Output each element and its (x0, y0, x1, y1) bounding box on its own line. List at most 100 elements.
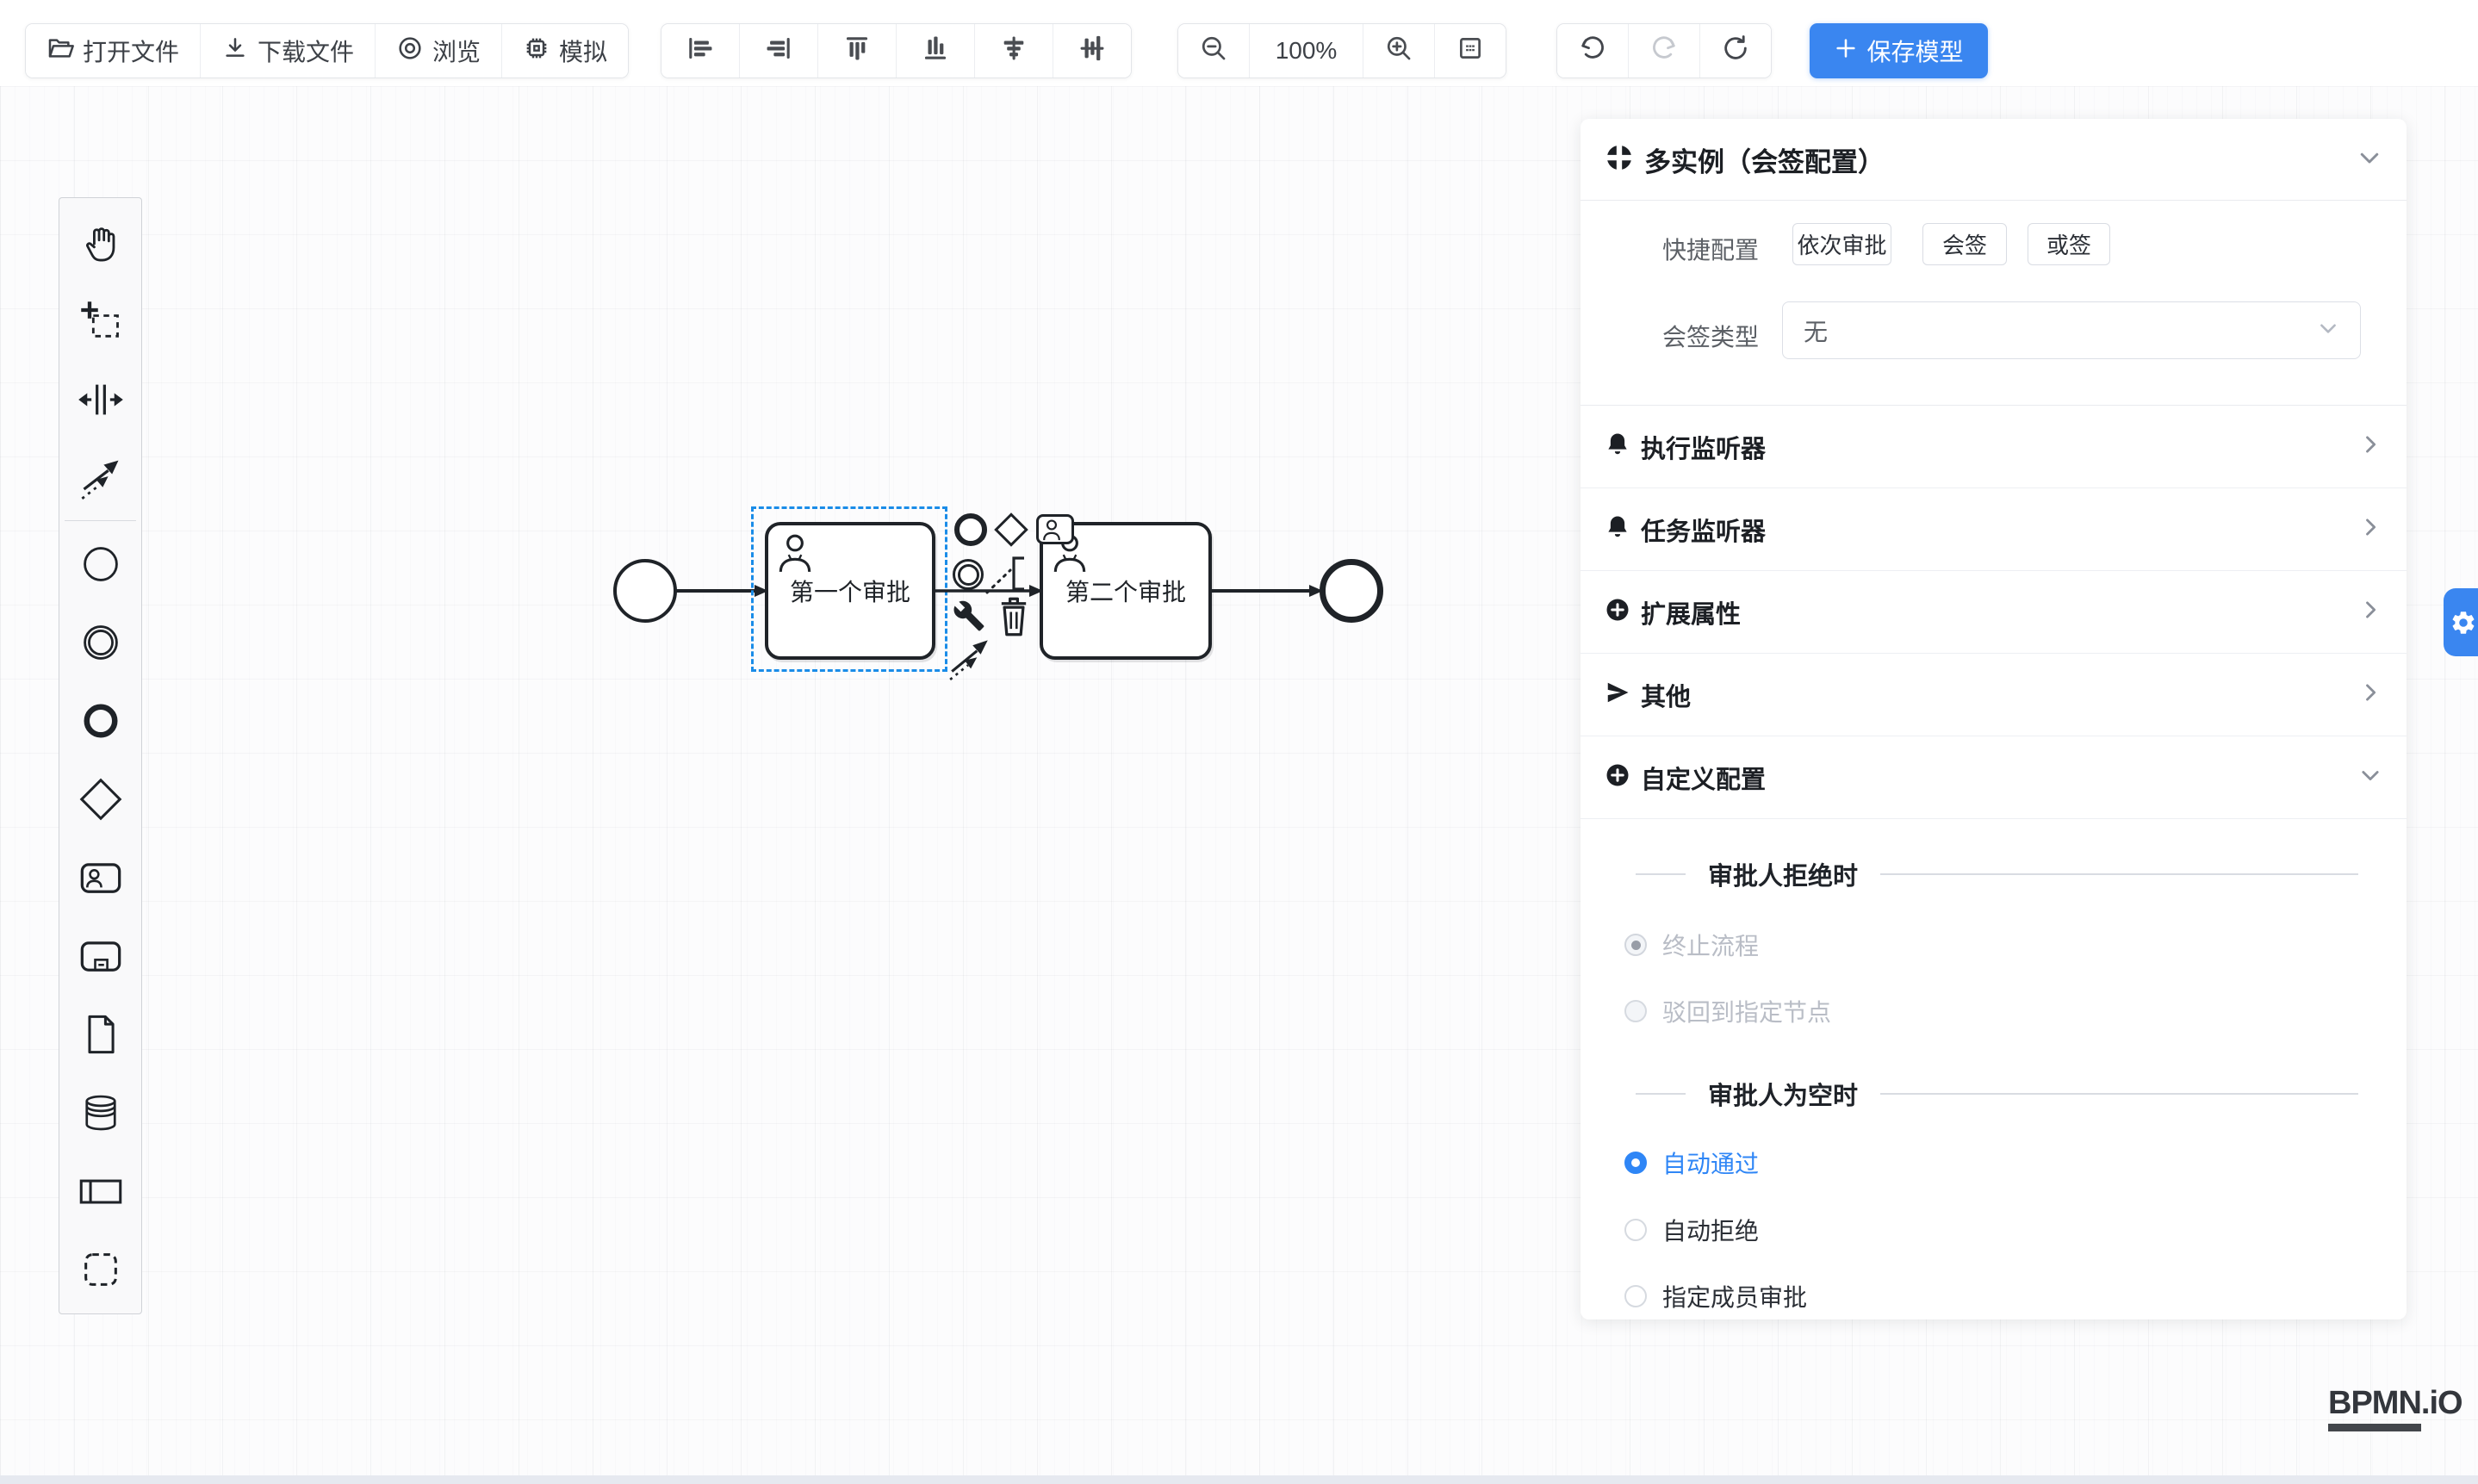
align-left-button[interactable] (661, 24, 740, 78)
append-user-task-button[interactable] (1036, 514, 1074, 544)
save-model-label: 保存模型 (1866, 34, 1963, 68)
refresh-icon (1721, 34, 1750, 69)
panel-title: 多实例（会签配置） (1644, 140, 1885, 179)
quick-option-sequential[interactable]: 依次审批 (1792, 223, 1891, 265)
align-left-icon (686, 34, 715, 69)
align-bottom-button[interactable] (897, 24, 975, 78)
start-event[interactable] (613, 559, 677, 623)
section-label: 任务监听器 (1641, 512, 1766, 548)
download-file-button[interactable]: 下载文件 (201, 24, 376, 78)
global-connect-tool[interactable] (59, 438, 141, 517)
bottom-strip (0, 1475, 2478, 1484)
section-task-listener[interactable]: 任务监听器 (1581, 488, 2407, 571)
end-event-icon (954, 513, 987, 546)
append-intermediate-event-button[interactable] (953, 559, 984, 590)
section-label: 自定义配置 (1641, 760, 1766, 796)
quick-config-label: 快捷配置 (1598, 232, 1759, 266)
section-custom-config[interactable]: 自定义配置 (1581, 736, 2407, 819)
create-data-object[interactable] (59, 995, 141, 1073)
change-type-button[interactable] (953, 599, 985, 636)
simulate-button[interactable]: 模拟 (502, 24, 628, 78)
create-group[interactable] (59, 1230, 141, 1308)
settings-tab[interactable] (2444, 588, 2478, 656)
radio-label: 自动拒绝 (1662, 1213, 1759, 1247)
quick-option-label: 会签 (1942, 228, 1987, 260)
reset-viewport-button[interactable] (1435, 24, 1506, 78)
chevron-right-icon (2358, 680, 2382, 709)
create-subprocess[interactable] (59, 916, 141, 995)
append-gateway-button[interactable] (999, 518, 1023, 542)
magnifier-plus-icon (1384, 34, 1413, 69)
lasso-tool[interactable] (59, 282, 141, 360)
append-end-event-button[interactable] (954, 513, 987, 546)
palette-separator (65, 520, 136, 521)
refresh-button[interactable] (1700, 24, 1771, 78)
zoom-out-button[interactable] (1178, 24, 1250, 78)
create-gateway[interactable] (59, 760, 141, 838)
create-pool[interactable] (59, 1152, 141, 1230)
zoom-in-button[interactable] (1363, 24, 1435, 78)
align-top-button[interactable] (818, 24, 897, 78)
create-start-event[interactable] (59, 525, 141, 603)
download-icon (221, 34, 249, 68)
radio-label: 自动通过 (1662, 1146, 1759, 1180)
sign-type-label: 会签类型 (1598, 319, 1759, 353)
create-user-task[interactable] (59, 838, 141, 916)
zoom-toolbar-group: 100% (1177, 23, 1506, 78)
align-right-button[interactable] (740, 24, 818, 78)
folder-open-icon (47, 34, 74, 68)
undo-button[interactable] (1557, 24, 1629, 78)
section-label: 其他 (1641, 677, 1691, 713)
hand-tool[interactable] (59, 203, 141, 282)
align-center-horizontal-icon (999, 34, 1028, 69)
gear-icon (2450, 609, 2477, 636)
open-file-label: 打开文件 (83, 34, 179, 68)
plus-circle-icon (1605, 762, 1630, 792)
section-other[interactable]: 其他 (1581, 654, 2407, 736)
radio-icon (1624, 1285, 1647, 1307)
delete-element-button[interactable] (999, 596, 1028, 642)
radio-assign-member[interactable]: 指定成员审批 (1624, 1277, 1807, 1315)
create-data-store[interactable] (59, 1073, 141, 1152)
create-end-event[interactable] (59, 681, 141, 760)
section-label: 扩展属性 (1641, 594, 1741, 630)
radio-auto-pass[interactable]: 自动通过 (1624, 1144, 1759, 1182)
file-toolbar-group: 打开文件 下载文件 浏览 模拟 (25, 23, 629, 78)
download-file-label: 下载文件 (258, 34, 354, 68)
user-task-icon (1036, 514, 1074, 544)
save-model-button[interactable]: 保存模型 (1810, 23, 1988, 78)
panel-header[interactable]: 多实例（会签配置） (1581, 119, 2407, 201)
bell-icon (1605, 514, 1630, 544)
logo-text: BPMN.iO (2328, 1385, 2462, 1422)
bpmn-io-logo[interactable]: BPMN.iO (2328, 1385, 2462, 1431)
redo-button[interactable] (1629, 24, 1700, 78)
sequence-flow-3 (1212, 574, 1323, 608)
preview-button[interactable]: 浏览 (376, 24, 502, 78)
section-execution-listener[interactable]: 执行监听器 (1581, 406, 2407, 488)
align-bottom-icon (921, 34, 950, 69)
sign-type-value: 无 (1804, 314, 1828, 348)
align-center-vertical-button[interactable] (1053, 24, 1131, 78)
multi-instance-icon (1605, 143, 1634, 177)
append-text-annotation-button[interactable] (984, 550, 1029, 600)
align-center-vertical-icon (1078, 34, 1107, 69)
radio-return-to-node[interactable]: 驳回到指定节点 (1624, 992, 1831, 1030)
quick-option-countersign[interactable]: 会签 (1922, 223, 2007, 265)
connect-button[interactable] (948, 636, 991, 685)
section-extended-properties[interactable]: 扩展属性 (1581, 571, 2407, 654)
align-center-horizontal-button[interactable] (975, 24, 1053, 78)
radio-auto-reject[interactable]: 自动拒绝 (1624, 1211, 1759, 1249)
quick-option-orsign[interactable]: 或签 (2028, 223, 2110, 265)
radio-icon (1624, 1000, 1647, 1022)
task-first-approval[interactable]: 第一个审批 (765, 522, 935, 660)
space-tool[interactable] (59, 360, 141, 438)
sign-type-select[interactable]: 无 (1782, 301, 2361, 359)
end-event[interactable] (1320, 559, 1383, 623)
radio-terminate-process[interactable]: 终止流程 (1624, 926, 1759, 964)
chevron-down-icon (2317, 317, 2339, 344)
open-file-button[interactable]: 打开文件 (26, 24, 201, 78)
create-intermediate-event[interactable] (59, 603, 141, 681)
group-title-text: 审批人为空时 (1708, 1076, 1858, 1112)
magnifier-minus-icon (1199, 34, 1228, 69)
eye-icon (396, 34, 424, 68)
